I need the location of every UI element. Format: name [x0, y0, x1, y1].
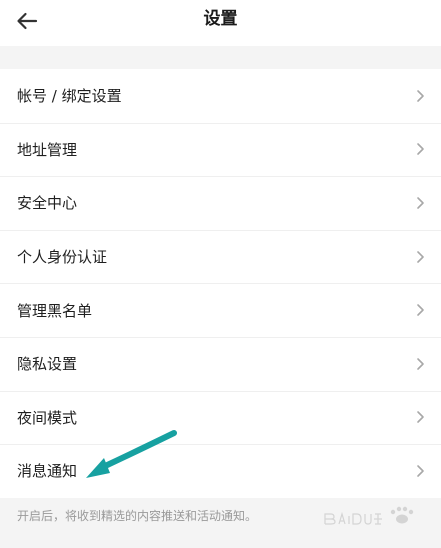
- chevron-right-icon: [417, 89, 424, 102]
- chevron-right-icon: [417, 357, 424, 370]
- settings-item-label: 隐私设置: [17, 355, 78, 374]
- settings-item-privacy[interactable]: 隐私设置: [0, 336, 441, 391]
- chevron-right-icon: [417, 465, 424, 477]
- settings-item-label: 管理黑名单: [17, 301, 93, 320]
- chevron-right-icon: [417, 411, 424, 424]
- settings-item-address[interactable]: 地址管理: [0, 122, 441, 177]
- settings-item-security[interactable]: 安全中心: [0, 176, 441, 230]
- baidu-jingyan-watermark: [324, 506, 414, 525]
- settings-item-label: 夜间模式: [17, 408, 78, 427]
- notification-hint: 开启后，将收到精选的内容推送和活动通知。: [17, 509, 258, 523]
- settings-item-blacklist[interactable]: 管理黑名单: [0, 283, 441, 337]
- settings-item-label: 消息通知: [17, 462, 78, 481]
- top-bar: 设置: [0, 0, 441, 46]
- settings-list: 帐号 / 绑定设置 地址管理 安全中心 个人身份认证 管理黑名单 隐私设置 夜间…: [0, 69, 441, 498]
- chevron-right-icon: [417, 250, 424, 263]
- settings-item-identity[interactable]: 个人身份认证: [0, 229, 441, 284]
- settings-item-account-binding[interactable]: 帐号 / 绑定设置: [0, 69, 441, 123]
- settings-item-label: 安全中心: [17, 194, 78, 213]
- chevron-right-icon: [417, 143, 424, 156]
- settings-item-label: 地址管理: [17, 140, 78, 159]
- settings-item-label: 个人身份认证: [17, 248, 108, 267]
- settings-item-label: 帐号 / 绑定设置: [17, 87, 122, 106]
- chevron-right-icon: [417, 304, 424, 316]
- page-title: 设置: [203, 9, 238, 29]
- settings-item-night-mode[interactable]: 夜间模式: [0, 390, 441, 445]
- settings-item-notifications[interactable]: 消息通知: [0, 444, 441, 498]
- chevron-right-icon: [417, 197, 424, 209]
